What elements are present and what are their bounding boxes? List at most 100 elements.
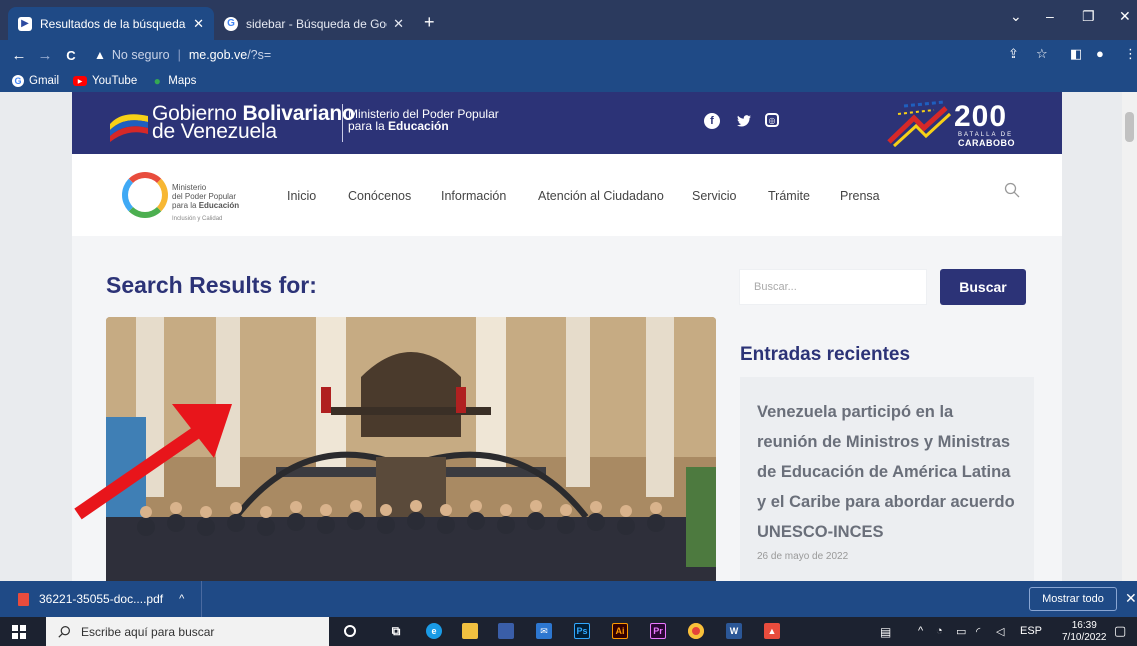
scroll-thumb[interactable] — [1125, 112, 1134, 142]
menu-item-prensa[interactable]: Prensa — [840, 189, 880, 203]
divider — [342, 104, 343, 142]
menu-item-informacion[interactable]: Información — [441, 189, 506, 203]
twitter-icon[interactable] — [736, 113, 752, 129]
back-button[interactable]: ← — [8, 47, 30, 64]
word-icon[interactable]: W — [726, 623, 742, 639]
page-title: Search Results for: — [106, 272, 317, 298]
bookmark-youtube[interactable]: ▶ YouTube — [73, 75, 137, 87]
stripes-logo-icon — [887, 100, 952, 148]
tab-search-results[interactable]: ▶ Resultados de la búsqueda de « ✕ — [8, 7, 214, 40]
search-button[interactable]: Buscar — [940, 269, 1026, 305]
page-scrollbar[interactable] — [1122, 92, 1137, 581]
tab-close-icon[interactable]: ✕ — [393, 16, 404, 32]
recent-post-date: 26 de mayo de 2022 — [757, 551, 849, 562]
menu-icon[interactable]: ⋮ — [1124, 46, 1137, 62]
government-banner: Gobierno Bolivariano de Venezuela Minist… — [72, 92, 1062, 154]
taskbar-search-placeholder: Escribe aquí para buscar — [81, 624, 215, 639]
forward-button[interactable]: → — [34, 47, 56, 64]
tab-title: Resultados de la búsqueda de « — [40, 16, 187, 31]
youtube-icon: ▶ — [73, 76, 88, 86]
photoshop-icon[interactable]: Ps — [574, 623, 590, 639]
download-bar-close-icon[interactable]: ✕ — [1125, 590, 1137, 607]
windows-start-icon[interactable] — [12, 625, 26, 639]
language-indicator[interactable]: ESP — [1020, 625, 1042, 637]
bookmark-maps[interactable]: ● Maps — [151, 74, 197, 88]
menu-item-tramite[interactable]: Trámite — [768, 189, 810, 203]
illustrator-icon[interactable]: Ai — [612, 623, 628, 639]
main-navigation: Ministerio del Poder Popular para la Edu… — [72, 154, 1062, 236]
store-icon[interactable] — [498, 623, 514, 639]
edge-icon[interactable]: e — [426, 623, 442, 639]
side-panel-icon[interactable]: ◧ — [1070, 46, 1082, 62]
new-tab-button[interactable]: + — [424, 12, 435, 33]
browser-tab-strip: ▶ Resultados de la búsqueda de « ✕ G sid… — [0, 0, 1137, 40]
cortana-icon[interactable] — [344, 625, 356, 637]
keyboard-icon[interactable]: ▤ — [880, 625, 891, 639]
facebook-icon[interactable]: f — [704, 113, 720, 129]
ministry-logo-icon[interactable] — [122, 172, 168, 218]
show-all-button[interactable]: Mostrar todo — [1029, 587, 1117, 611]
page-viewport: Gobierno Bolivariano de Venezuela Minist… — [0, 92, 1137, 581]
tab-close-icon[interactable]: ✕ — [193, 16, 204, 32]
ministry-logo-text: Ministerio del Poder Popular para la Edu… — [172, 183, 240, 210]
tab-google-search[interactable]: G sidebar - Búsqueda de Google ✕ — [214, 7, 414, 40]
recent-posts-card: Venezuela participó en la reunión de Min… — [740, 377, 1034, 581]
url-host: me.gob.ve — [188, 48, 248, 62]
battery-icon[interactable]: ▭ — [956, 625, 966, 638]
warning-icon: ▲ — [94, 48, 106, 62]
chevron-up-icon[interactable]: ^ — [179, 593, 184, 605]
restore-button[interactable]: ❐ — [1082, 8, 1095, 25]
minimize-button[interactable]: – — [1046, 8, 1054, 24]
site-favicon-icon: ▶ — [18, 16, 32, 31]
bicentennial-badge: 200 BATALLA DE CARABOBO — [884, 98, 1044, 148]
volume-icon[interactable]: ◁ — [996, 625, 1004, 638]
search-icon[interactable] — [1004, 182, 1020, 198]
system-clock[interactable]: 16:39 7/10/2022 — [1062, 620, 1107, 644]
windows-taskbar: Escribe aquí para buscar ⧉ e ✉ Ps Ai Pr … — [0, 617, 1137, 646]
profile-icon[interactable]: ● — [1096, 46, 1104, 61]
browser-toolbar: ← → C ▲ No seguro | me.gob.ve /?s= ⇪ ☆ ◧… — [0, 40, 1137, 70]
address-bar[interactable]: ▲ No seguro | me.gob.ve /?s= — [94, 44, 1014, 66]
pdf-file-icon — [18, 592, 29, 606]
bookmark-star-icon[interactable]: ☆ — [1036, 46, 1048, 62]
tray-chevron-icon[interactable]: ^ — [918, 625, 923, 637]
google-favicon-icon: G — [224, 16, 238, 31]
government-title: Gobierno Bolivariano de Venezuela — [152, 102, 355, 143]
wifi-icon[interactable]: ◜ — [976, 625, 980, 638]
bookmark-gmail[interactable]: G Gmail — [12, 75, 59, 87]
chrome-icon[interactable] — [688, 623, 704, 639]
bookmark-label: Gmail — [29, 75, 60, 87]
bookmark-label: Maps — [168, 75, 197, 87]
download-filename: 36221-35055-doc....pdf — [39, 592, 164, 606]
file-explorer-icon[interactable] — [462, 623, 478, 639]
menu-item-servicio[interactable]: Servicio — [692, 189, 736, 203]
recent-posts-heading: Entradas recientes — [740, 344, 911, 365]
menu-item-inicio[interactable]: Inicio — [287, 189, 316, 203]
download-bar: 36221-35055-doc....pdf ^ Mostrar todo ✕ — [0, 581, 1137, 617]
security-label: No seguro — [111, 48, 170, 62]
notifications-icon[interactable]: ▢ — [1114, 623, 1126, 639]
premiere-icon[interactable]: Pr — [650, 623, 666, 639]
mail-icon[interactable]: ✉ — [536, 623, 552, 639]
bookmarks-bar: G Gmail ▶ YouTube ● Maps — [0, 70, 1137, 92]
clock-time: 16:39 — [1071, 620, 1097, 631]
reload-button[interactable]: C — [60, 48, 82, 63]
maps-pin-icon: ● — [153, 74, 161, 88]
task-view-icon[interactable]: ⧉ — [388, 623, 404, 639]
tab-title: sidebar - Búsqueda de Google — [246, 16, 387, 31]
share-icon[interactable]: ⇪ — [1008, 46, 1019, 62]
recent-post-link[interactable]: Venezuela participó en la reunión de Min… — [757, 397, 1017, 547]
ministry-title: Ministerio del Poder Popular para la Edu… — [348, 107, 499, 133]
taskbar-search-input[interactable]: Escribe aquí para buscar — [46, 617, 329, 646]
logo-tagline: Inclusión y Calidad — [172, 216, 223, 222]
tab-search-chevron-icon[interactable]: ⌄ — [1010, 8, 1022, 25]
menu-item-atencion[interactable]: Atención al Ciudadano — [538, 189, 664, 203]
network-icon[interactable]: ◔ — [936, 625, 943, 637]
instagram-icon[interactable]: ◎ — [765, 113, 779, 127]
window-close-button[interactable]: ✕ — [1119, 8, 1131, 25]
menu-item-conocenos[interactable]: Conócenos — [348, 189, 411, 203]
sidebar-search-input[interactable]: Buscar... — [739, 269, 927, 305]
acrobat-icon[interactable]: ▲ — [764, 623, 780, 639]
download-item[interactable]: 36221-35055-doc....pdf ^ — [10, 581, 202, 617]
badge-number: 200 — [954, 100, 1008, 133]
